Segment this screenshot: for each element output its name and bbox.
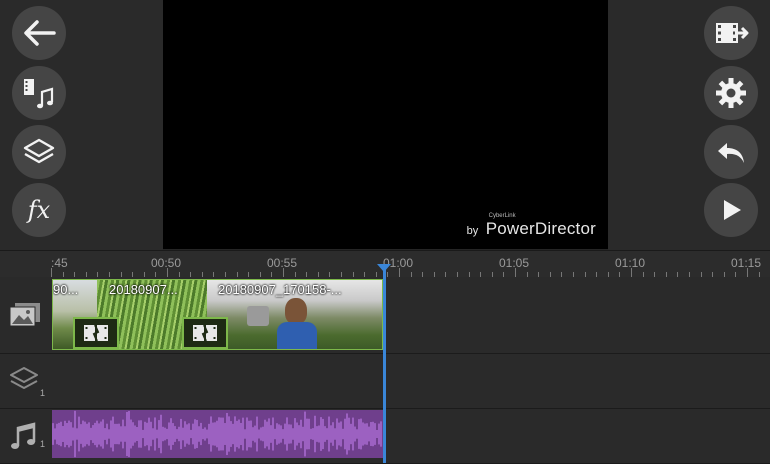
play-icon [724, 200, 741, 220]
clip-title: 20180907... [109, 282, 178, 297]
video-clip-strip[interactable]: 90... 20180907... 20180907_170158-... [52, 279, 383, 350]
transition-icon [193, 324, 217, 342]
right-toolbar [608, 0, 770, 250]
layers-track-icon [10, 367, 38, 389]
ruler-tick [747, 268, 748, 277]
export-button[interactable] [704, 6, 758, 60]
transition-icon [84, 324, 108, 342]
settings-button[interactable] [704, 66, 758, 120]
ruler-tick [515, 268, 516, 277]
undo-button[interactable] [704, 125, 758, 179]
layers-icon [23, 138, 55, 164]
gear-icon [716, 78, 746, 108]
transition-button[interactable] [182, 317, 228, 349]
playhead[interactable] [383, 268, 386, 463]
person-body [277, 322, 317, 349]
video-preview[interactable]: CyberLink by PowerDirector [163, 0, 608, 249]
ruler-label: :45 [51, 256, 68, 270]
ruler-tick [167, 268, 168, 277]
clip-title: 20180907_170158-... [218, 282, 342, 297]
person-head [285, 298, 307, 324]
fx-button[interactable]: fx [12, 183, 66, 237]
fountain [247, 306, 269, 326]
fx-icon: fx [27, 196, 51, 224]
image-track-icon [9, 303, 40, 327]
media-music-button[interactable] [12, 66, 66, 120]
audio-clip[interactable] [52, 410, 383, 458]
media-music-icon [24, 79, 54, 109]
audio-track-count: 1 [40, 439, 46, 449]
watermark-brand: PowerDirector [485, 219, 596, 238]
undo-icon [718, 143, 744, 163]
ruler-tick [631, 268, 632, 277]
layer-track-count: 1 [40, 388, 46, 398]
ruler-tick [399, 268, 400, 277]
back-button[interactable] [12, 6, 66, 60]
left-toolbar: fx [0, 0, 163, 250]
watermark-small-text: CyberLink [488, 213, 516, 219]
music-note-icon [11, 422, 36, 449]
transition-button[interactable] [73, 317, 119, 349]
powerdirector-watermark: CyberLink by PowerDirector [466, 213, 596, 239]
ruler-tick [283, 268, 284, 277]
ruler-tick [51, 268, 52, 277]
watermark-by: by [466, 225, 479, 237]
play-button[interactable] [704, 183, 758, 237]
layers-button[interactable] [12, 125, 66, 179]
audio-waveform [52, 410, 382, 458]
back-arrow-icon [24, 20, 56, 46]
export-film-icon [716, 23, 749, 43]
clip-title: 90... [53, 282, 79, 297]
